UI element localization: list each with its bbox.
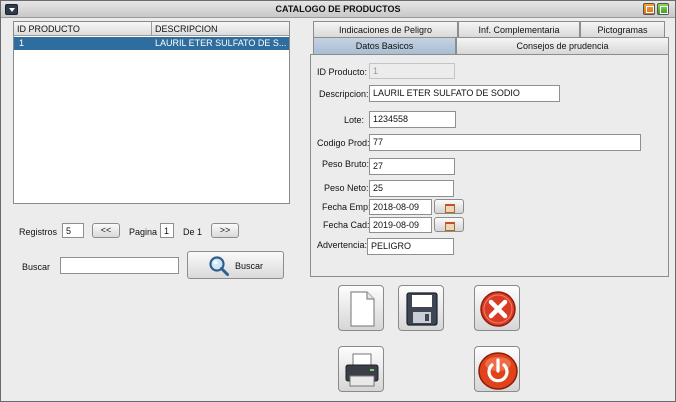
column-divider[interactable] bbox=[151, 22, 152, 36]
tab-pictogramas[interactable]: Pictogramas bbox=[580, 21, 665, 38]
tab-indicaciones-de-peligro[interactable]: Indicaciones de Peligro bbox=[313, 21, 458, 38]
power-icon bbox=[478, 352, 518, 390]
table-row[interactable]: 1 LAURIL ETER SULFATO DE S... bbox=[14, 37, 289, 50]
save-icon bbox=[406, 292, 438, 326]
fecha-cad-label: Fecha Cad: bbox=[323, 220, 370, 230]
search-button[interactable]: Buscar bbox=[187, 251, 284, 279]
id-producto-field: 1 bbox=[369, 63, 455, 79]
prev-page-button[interactable]: << bbox=[92, 223, 120, 238]
new-button[interactable] bbox=[338, 285, 384, 331]
magnifier-icon bbox=[209, 256, 229, 276]
exit-button[interactable] bbox=[474, 346, 520, 392]
window-title: CATALOGO DE PRODUCTOS bbox=[275, 4, 401, 14]
registros-label: Registros bbox=[19, 227, 58, 237]
column-header-descripcion[interactable]: DESCRIPCION bbox=[155, 24, 218, 34]
registros-field[interactable]: 5 bbox=[62, 223, 84, 238]
fecha-cad-field[interactable]: 2019-08-09 bbox=[369, 217, 432, 233]
fecha-cad-calendar-button[interactable] bbox=[434, 217, 464, 232]
tab-datos-basicos[interactable]: Datos Basicos bbox=[313, 37, 456, 54]
column-header-id[interactable]: ID PRODUCTO bbox=[17, 24, 80, 34]
id-producto-label: ID Producto: bbox=[317, 67, 368, 77]
codigo-prod-label: Codigo Prod: bbox=[317, 138, 370, 148]
catalog-window: CATALOGO DE PRODUCTOS ID PRODUCTO DESCRI… bbox=[0, 0, 676, 402]
fecha-emp-field[interactable]: 2018-08-09 bbox=[369, 199, 432, 215]
peso-neto-field[interactable]: 25 bbox=[369, 180, 454, 197]
advertencia-field[interactable]: PELIGRO bbox=[367, 238, 454, 255]
lote-field[interactable]: 1234558 bbox=[369, 111, 456, 128]
fecha-emp-label: Fecha Emp: bbox=[322, 202, 371, 212]
title-bar: CATALOGO DE PRODUCTOS bbox=[1, 1, 675, 18]
print-button[interactable] bbox=[338, 346, 384, 392]
peso-bruto-field[interactable]: 27 bbox=[369, 158, 455, 175]
cell-descripcion: LAURIL ETER SULFATO DE S... bbox=[155, 38, 287, 48]
codigo-prod-field[interactable]: 77 bbox=[369, 134, 641, 151]
pagina-label: Pagina bbox=[129, 227, 158, 237]
fecha-emp-calendar-button[interactable] bbox=[434, 199, 464, 214]
printer-icon bbox=[345, 353, 379, 387]
table-header: ID PRODUCTO DESCRIPCION bbox=[14, 22, 289, 36]
maximize-button[interactable] bbox=[657, 3, 669, 15]
tab-inf-complementaria[interactable]: Inf. Complementaria bbox=[458, 21, 580, 38]
next-page-button[interactable]: >> bbox=[211, 223, 239, 238]
peso-bruto-label: Peso Bruto: bbox=[322, 159, 370, 169]
pagina-field[interactable]: 1 bbox=[160, 223, 174, 238]
cell-id: 1 bbox=[19, 38, 25, 48]
advertencia-label: Advertencia: bbox=[317, 240, 368, 250]
lote-label: Lote: bbox=[344, 115, 365, 125]
minimize-button[interactable] bbox=[643, 3, 655, 15]
search-button-label: Buscar bbox=[235, 261, 264, 271]
delete-button[interactable] bbox=[474, 285, 520, 331]
descripcion-field[interactable]: LAURIL ETER SULFATO DE SODIO bbox=[369, 85, 560, 102]
save-button[interactable] bbox=[398, 285, 444, 331]
products-table[interactable]: ID PRODUCTO DESCRIPCION 1 LAURIL ETER SU… bbox=[13, 21, 290, 204]
tab-consejos-de-prudencia[interactable]: Consejos de prudencia bbox=[456, 37, 669, 54]
peso-neto-label: Peso Neto: bbox=[324, 183, 369, 193]
descripcion-label: Descripcion: bbox=[319, 89, 369, 99]
total-pages-label: De 1 bbox=[183, 227, 203, 237]
search-label: Buscar bbox=[22, 262, 51, 272]
delete-icon bbox=[480, 291, 516, 327]
new-document-icon bbox=[350, 291, 375, 327]
search-input[interactable] bbox=[60, 257, 179, 274]
